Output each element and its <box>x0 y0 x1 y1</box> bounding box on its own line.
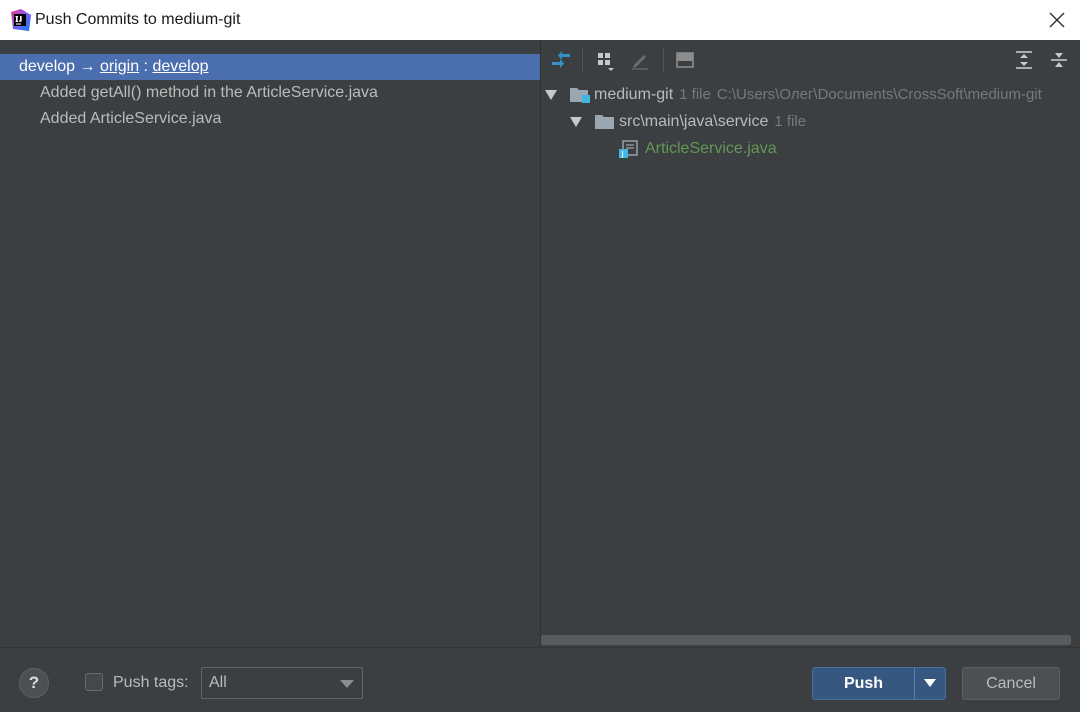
remote-name-link[interactable]: origin <box>100 58 139 75</box>
tree-root-count: 1 file <box>679 86 711 103</box>
title-bar: Push Commits to medium-git <box>0 0 1080 40</box>
tree-expanded-arrow-icon[interactable] <box>569 115 583 129</box>
tags-filter-value: All <box>209 674 227 691</box>
tree-root-path: C:\Users\Олег\Documents\CrossSoft\medium… <box>716 86 1042 103</box>
close-icon[interactable] <box>1046 9 1068 31</box>
local-branch: develop <box>19 58 76 75</box>
changes-pane: medium-git 1 file C:\Users\Олег\Documents\… <box>541 40 1080 647</box>
branch-arrow: → <box>79 58 96 75</box>
commit-item[interactable]: Added ArticleService.java <box>40 106 221 132</box>
expand-all-icon[interactable] <box>1012 48 1036 72</box>
java-class-icon: J <box>619 140 638 158</box>
tree-file-name: ArticleService.java <box>645 140 777 157</box>
tree-expanded-arrow-icon[interactable] <box>544 88 558 102</box>
remote-branch-link[interactable]: develop <box>152 58 208 75</box>
chevron-down-icon <box>340 680 354 688</box>
svg-text:J: J <box>621 150 624 158</box>
tree-node-file[interactable]: J ArticleService.java <box>541 136 1080 162</box>
show-diff-icon[interactable] <box>549 48 573 72</box>
toolbar-separator <box>582 48 583 72</box>
preview-icon[interactable] <box>673 48 697 72</box>
push-tags-checkbox[interactable] <box>85 673 103 691</box>
push-options-dropdown[interactable] <box>914 667 946 700</box>
group-by-icon[interactable] <box>593 48 617 72</box>
module-folder-icon <box>570 88 590 103</box>
chevron-down-icon <box>924 679 936 687</box>
window-title: Push Commits to medium-git <box>35 11 241 28</box>
help-button[interactable]: ? <box>19 668 49 698</box>
collapse-all-icon[interactable] <box>1047 48 1071 72</box>
commits-pane: develop → origin : develop Added getAll(… <box>0 40 540 647</box>
tree-node-root[interactable]: medium-git 1 file C:\Users\Олег\Documents\… <box>541 82 1080 108</box>
intellij-logo-icon <box>11 9 31 31</box>
branch-separator: : <box>143 58 148 75</box>
tree-root-name: medium-git <box>594 86 674 103</box>
horizontal-scrollbar[interactable] <box>541 635 1071 645</box>
cancel-button[interactable]: Cancel <box>962 667 1060 700</box>
folder-icon <box>595 115 614 129</box>
dialog-footer: ? Push tags: All Push Cancel <box>0 647 1080 712</box>
toolbar-separator <box>663 48 664 72</box>
commit-item[interactable]: Added getAll() method in the ArticleServ… <box>40 80 378 106</box>
tags-filter-select[interactable]: All <box>201 667 363 699</box>
edit-source-icon[interactable] <box>628 48 652 72</box>
tree-node-folder[interactable]: src\main\java\service 1 file <box>541 109 1080 135</box>
tree-folder-count: 1 file <box>774 113 807 130</box>
push-button[interactable]: Push <box>812 667 914 700</box>
tree-folder-name: src\main\java\service <box>619 113 769 130</box>
push-tags-label: Push tags: <box>113 674 189 691</box>
branch-mapping-row[interactable]: develop → origin : develop <box>0 54 540 80</box>
